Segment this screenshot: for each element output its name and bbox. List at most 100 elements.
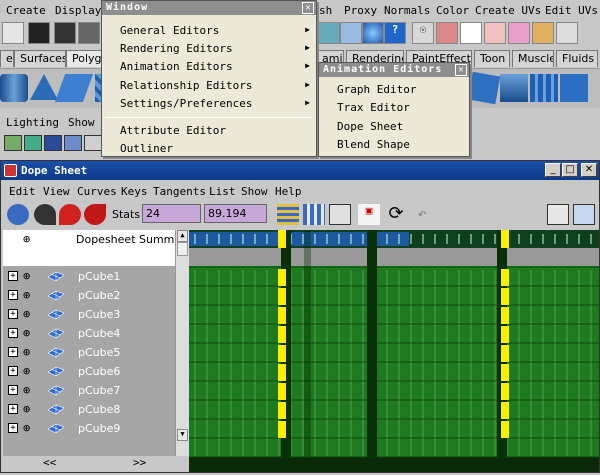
expand-icon[interactable]: +	[8, 309, 18, 319]
menu-mesh-partial[interactable]: sh	[319, 4, 332, 17]
menu-list[interactable]: List	[209, 185, 236, 198]
smooth-shade-icon[interactable]	[64, 135, 82, 151]
list-item[interactable]: + ⊕ pCube9	[3, 419, 175, 438]
texture-icon[interactable]	[84, 135, 102, 151]
frame-all-icon[interactable]	[277, 204, 299, 225]
list-item[interactable]: + ⊕ pCube7	[3, 381, 175, 400]
key-track-canvas[interactable]	[189, 230, 599, 472]
render-globals-icon[interactable]	[556, 22, 578, 44]
split-poly-icon[interactable]	[530, 74, 558, 102]
extrude-icon[interactable]	[467, 71, 501, 105]
maximize-button[interactable]: □	[562, 163, 578, 177]
delete-key-icon[interactable]	[84, 204, 106, 225]
menu-tangents[interactable]: Tangents	[153, 185, 206, 198]
menu-edit-uvs[interactable]: Edit UVs	[545, 4, 598, 17]
menu-color[interactable]: Color	[436, 4, 469, 17]
render-settings-icon[interactable]	[532, 22, 554, 44]
expand-icon[interactable]: +	[8, 366, 18, 376]
menu-help[interactable]: Help	[275, 185, 302, 198]
summary-row[interactable]: ⊕ Dopesheet Summ	[3, 230, 175, 266]
close-icon[interactable]: ✕	[302, 2, 314, 14]
grid-icon[interactable]	[24, 135, 42, 151]
tab-toon[interactable]: Toon	[474, 50, 510, 67]
list-item[interactable]: + ⊕ pCube8	[3, 400, 175, 419]
frame-playback-icon[interactable]	[303, 204, 325, 225]
list-item[interactable]: + ⊕ pCube4	[3, 324, 175, 343]
menu-show[interactable]: Show	[241, 185, 268, 198]
list-view-icon[interactable]	[573, 204, 595, 225]
dope-sheet-graph[interactable]	[189, 230, 599, 472]
tab-shelf-partial[interactable]: es	[0, 50, 14, 67]
undo-icon[interactable]: ↶	[411, 204, 433, 225]
menu-edit[interactable]: Edit	[9, 185, 36, 198]
move-key-icon[interactable]	[7, 204, 29, 225]
close-button[interactable]: ✕	[581, 163, 597, 177]
expand-icon[interactable]: +	[8, 328, 18, 338]
menu-create[interactable]: Create	[6, 4, 46, 17]
menu-create-uvs[interactable]: Create UVs	[475, 4, 541, 17]
menu-show[interactable]: Show	[68, 116, 95, 129]
scroll-right-button[interactable]: >>	[133, 456, 146, 469]
menu-item-settings-preferences[interactable]: Settings/Preferences	[120, 97, 252, 110]
wireframe-icon[interactable]	[44, 135, 62, 151]
tab-fluids[interactable]: Fluids	[556, 50, 598, 67]
expand-icon[interactable]: +	[8, 290, 18, 300]
menu-item-animation-editors[interactable]: Animation Editors	[120, 60, 233, 73]
list-item[interactable]: + ⊕ pCube2	[3, 286, 175, 305]
camera-icon[interactable]	[4, 135, 22, 151]
lock-icon[interactable]: ☉	[412, 22, 434, 44]
menu-display[interactable]: Display	[55, 4, 101, 17]
menu-curves[interactable]: Curves	[77, 185, 117, 198]
stats-value-field[interactable]: 89.194	[204, 204, 267, 223]
scroll-up-icon[interactable]: ▲	[177, 230, 188, 242]
tab-muscle[interactable]: Muscle	[512, 50, 554, 67]
tab-polygons[interactable]: Polygo	[66, 50, 103, 67]
snap-icon[interactable]	[318, 22, 340, 44]
hierarchy-icon[interactable]: ▣	[358, 204, 380, 225]
expand-icon[interactable]: +	[8, 385, 18, 395]
minimize-button[interactable]: _	[545, 163, 561, 177]
expand-icon[interactable]: +	[8, 347, 18, 357]
menu-lighting[interactable]: Lighting	[6, 116, 59, 129]
graph-view-icon[interactable]	[547, 204, 569, 225]
help-icon[interactable]: ?	[384, 22, 406, 44]
center-time-icon[interactable]	[329, 204, 351, 225]
select-highlight-icon[interactable]	[436, 22, 458, 44]
scroll-thumb[interactable]	[177, 242, 188, 256]
menu-proxy[interactable]: Proxy	[344, 4, 377, 17]
poly-plane-icon[interactable]	[54, 74, 94, 102]
ipr-render-icon[interactable]	[508, 22, 530, 44]
menu-item-rendering-editors[interactable]: Rendering Editors	[120, 42, 233, 55]
menu-item-relationship-editors[interactable]: Relationship Editors	[120, 79, 252, 92]
list-item[interactable]: + ⊕ pCube1	[3, 267, 175, 286]
render-frame-icon[interactable]	[484, 22, 506, 44]
poly-cone-icon[interactable]	[30, 74, 58, 100]
tab-surfaces[interactable]: Surfaces	[14, 50, 66, 67]
snap-point-icon[interactable]	[340, 22, 362, 44]
insert-edge-icon[interactable]	[560, 74, 588, 102]
menu-item-blend-shape[interactable]: Blend Shape	[337, 138, 410, 151]
scroll-left-button[interactable]: <<	[43, 456, 56, 469]
expand-icon[interactable]: +	[8, 271, 18, 281]
new-scene-icon[interactable]	[2, 22, 24, 44]
insert-key-icon[interactable]	[34, 204, 56, 225]
poly-cylinder-icon[interactable]	[0, 74, 28, 102]
menu-normals[interactable]: Normals	[384, 4, 430, 17]
list-item[interactable]: + ⊕ pCube3	[3, 305, 175, 324]
arrow-icon[interactable]	[78, 22, 100, 44]
open-scene-icon[interactable]	[28, 22, 50, 44]
list-item[interactable]: + ⊕ pCube6	[3, 362, 175, 381]
menu-item-dope-sheet[interactable]: Dope Sheet	[337, 120, 403, 133]
snap-sphere-icon[interactable]	[362, 22, 384, 44]
close-icon[interactable]: ✕	[455, 64, 467, 76]
history-icon[interactable]	[460, 22, 482, 44]
menu-keys[interactable]: Keys	[121, 185, 148, 198]
expand-icon[interactable]: +	[8, 404, 18, 414]
menu-item-trax-editor[interactable]: Trax Editor	[337, 101, 410, 114]
add-key-icon[interactable]	[59, 204, 81, 225]
scroll-down-icon[interactable]: ▼	[177, 429, 188, 441]
outliner-scrollbar[interactable]: ▲ ▼	[175, 230, 189, 456]
menu-item-general-editors[interactable]: General Editors	[120, 24, 219, 37]
stats-frame-field[interactable]: 24	[142, 204, 201, 223]
bridge-icon[interactable]	[500, 74, 528, 102]
